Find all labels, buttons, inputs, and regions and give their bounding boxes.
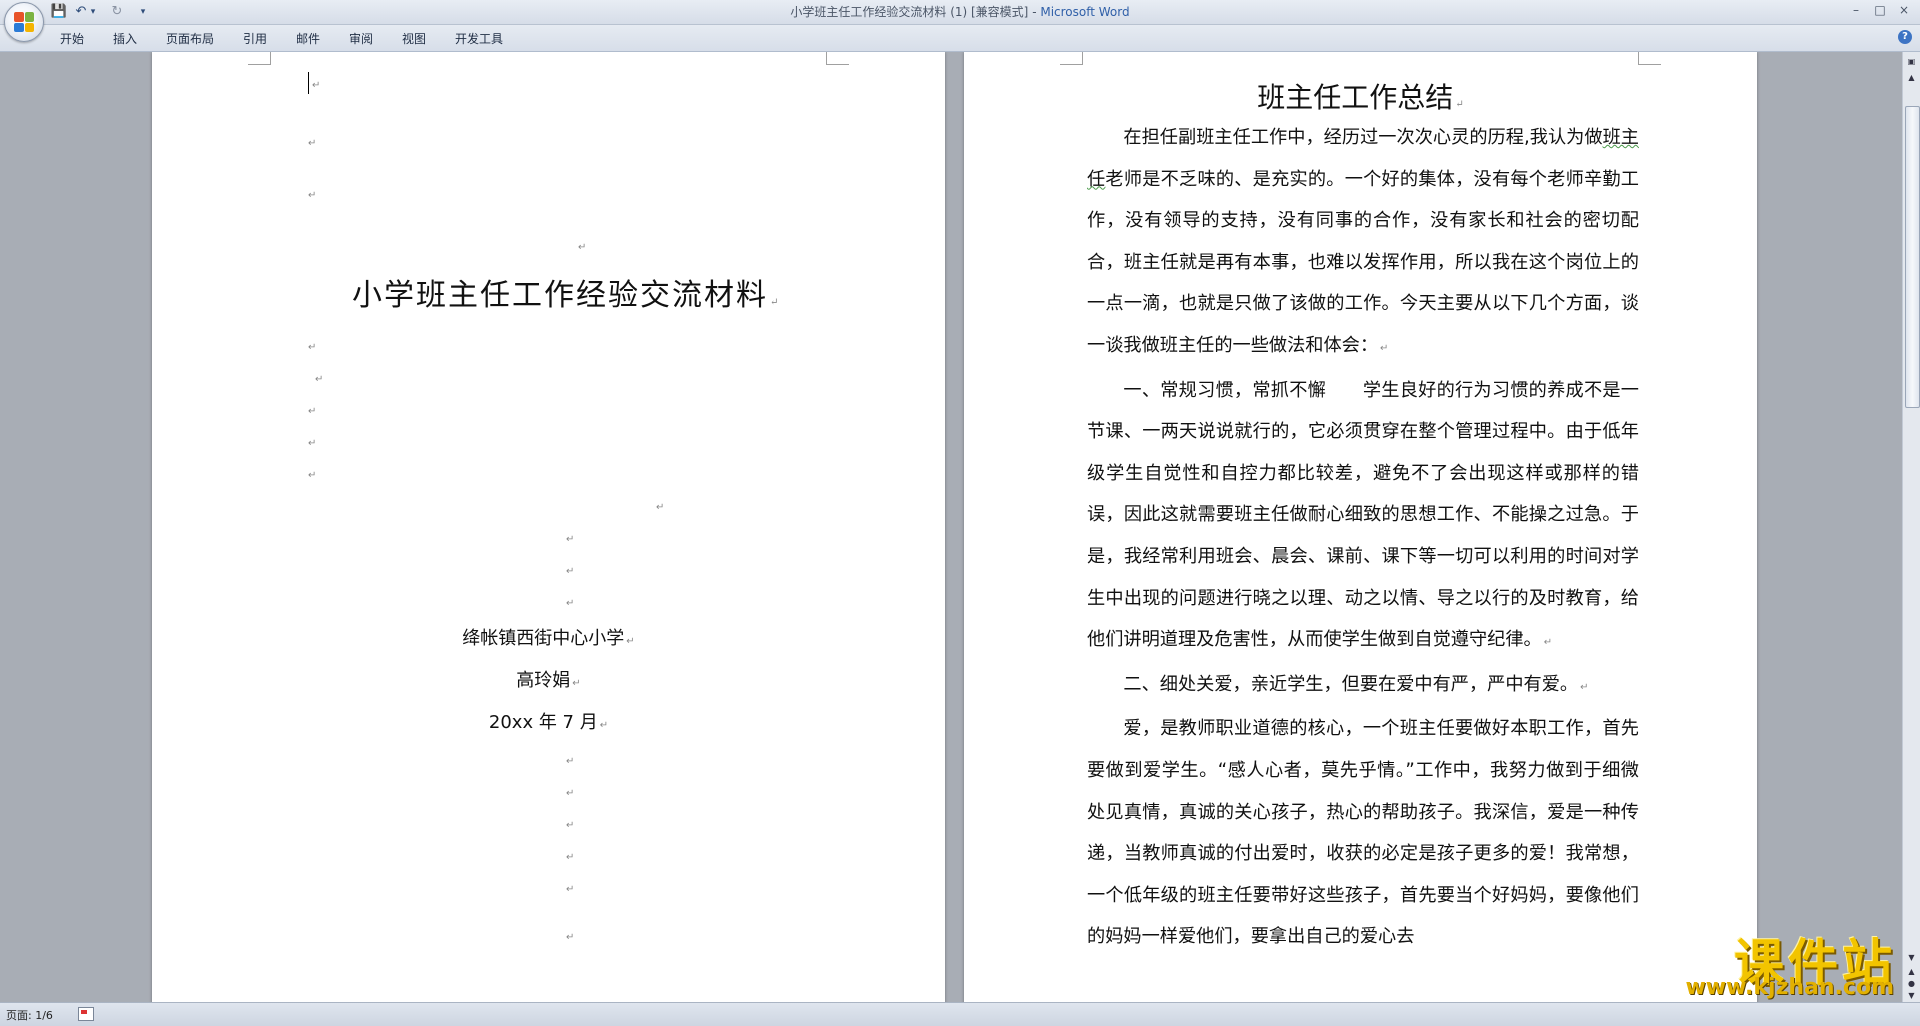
paragraph-mark: ↵ [578, 242, 587, 253]
margin-corner-top-left [1060, 52, 1083, 65]
app-name: Microsoft Word [1040, 5, 1130, 19]
cover-date: 20xx 年 7 月 ↵ [488, 712, 609, 733]
paragraph-mark: ↵ [308, 438, 317, 449]
paragraph-intro: 在担任副班主任工作中，经历过一次次心灵的历程,我认为做班主任老师是不乏味的、是充… [1087, 127, 1639, 356]
cover-school: 绛帐镇西街中心小学 ↵ [462, 628, 635, 649]
tab-insert[interactable]: 插入 [113, 30, 137, 47]
cover-author: 高玲娟 ↵ [516, 670, 581, 691]
paragraph-section-2-body: 爱，是教师职业道德的核心，一个班主任要做好本职工作，首先要做到爱学生。“感人心者… [1087, 718, 1639, 948]
redo-icon[interactable]: ↻ [108, 3, 126, 21]
help-icon[interactable]: ? [1898, 30, 1912, 44]
status-bar: 页面: 1/6 [0, 1002, 1920, 1026]
paragraph-mark: ↵ [656, 502, 665, 513]
previous-page-icon[interactable]: ▲ [1905, 966, 1918, 978]
scroll-down-icon[interactable]: ▼ [1905, 952, 1918, 964]
document-title: 班主任工作总结 ↵ [1257, 81, 1464, 114]
cover-page[interactable]: ↵ ↵ ↵ ↵ 小学班主任工作经验交流材料 ↵ ↵ ↵ ↵ ↵ ↵ ↵ ↵ ↵ ↵… [152, 52, 945, 1002]
margin-corner-top-right [826, 52, 849, 65]
page-indicator[interactable]: 页面: 1/6 [6, 1007, 53, 1023]
paragraph-mark: ↵ [566, 534, 575, 545]
tab-developer[interactable]: 开发工具 [455, 30, 503, 47]
office-button[interactable] [4, 2, 44, 42]
paragraph-mark: ↵ [312, 80, 321, 91]
paragraph-mark: ↵ [315, 374, 324, 385]
tab-home[interactable]: 开始 [60, 30, 84, 47]
close-button[interactable]: × [1894, 2, 1914, 18]
proofing-status-icon[interactable] [78, 1007, 94, 1021]
office-logo-icon [14, 12, 34, 32]
browse-object-icon[interactable]: ● [1905, 978, 1918, 990]
document-body: 在担任副班主任工作中，经历过一次次心灵的历程,我认为做班主任老师是不乏味的、是充… [1087, 117, 1639, 958]
watermark-url: www.kjzhan.com [1685, 975, 1894, 1000]
paragraph-mark: ↵ [308, 470, 317, 481]
paragraph-mark: ↵ [566, 788, 575, 799]
content-page[interactable]: 班主任工作总结 ↵ 在担任副班主任工作中，经历过一次次心灵的历程,我认为做班主任老… [964, 52, 1757, 1002]
paragraph-section-2-heading: 二、细处关爱，亲近学生，但要在爱中有严，严中有爱。 ↵ [1123, 673, 1589, 695]
margin-corner-top-left [248, 52, 271, 65]
undo-dropdown-icon[interactable]: ▾ [84, 3, 102, 21]
title-bar: 小学班主任工作经验交流材料 (1) [兼容模式] - Microsoft Wor… [0, 0, 1920, 25]
tab-view[interactable]: 视图 [402, 30, 426, 47]
cover-title: 小学班主任工作经验交流材料 ↵ [352, 278, 781, 313]
paragraph-mark: ↵ [566, 820, 575, 831]
ruler-toggle-icon[interactable]: ▣ [1905, 56, 1918, 68]
paragraph-mark: ↵ [308, 190, 317, 201]
maximize-button[interactable]: □ [1870, 2, 1890, 18]
tab-review[interactable]: 审阅 [349, 30, 373, 47]
scroll-up-icon[interactable]: ▲ [1905, 72, 1918, 84]
document-workspace: ↵ ↵ ↵ ↵ 小学班主任工作经验交流材料 ↵ ↵ ↵ ↵ ↵ ↵ ↵ ↵ ↵ ↵… [0, 52, 1898, 1002]
paragraph-section-1: 一、常规习惯，常抓不懈 学生良好的行为习惯的养成不是一节课、一两天说说就行的，它… [1087, 379, 1639, 651]
tab-references[interactable]: 引用 [243, 30, 267, 47]
paragraph-mark: ↵ [308, 406, 317, 417]
paragraph-mark: ↵ [566, 598, 575, 609]
paragraph-mark: ↵ [566, 932, 575, 943]
document-name: 小学班主任工作经验交流材料 (1) [兼容模式] [790, 5, 1029, 19]
paragraph-mark: ↵ [308, 342, 317, 353]
paragraph-mark: ↵ [566, 566, 575, 577]
next-page-icon[interactable]: ▼ [1905, 990, 1918, 1002]
customize-toolbar-icon[interactable]: ▾ [134, 3, 152, 21]
window-title: 小学班主任工作经验交流材料 (1) [兼容模式] - Microsoft Wor… [790, 5, 1130, 19]
tab-page-layout[interactable]: 页面布局 [166, 30, 214, 47]
minimize-button[interactable]: – [1846, 2, 1866, 18]
vertical-scrollbar[interactable]: ▣ ▲ ▼ ▲ ● ▼ [1902, 52, 1920, 1002]
text-cursor [308, 72, 309, 94]
paragraph-mark: ↵ [566, 884, 575, 895]
save-icon[interactable]: 💾 [50, 3, 68, 21]
margin-corner-top-right [1638, 52, 1661, 65]
tab-mailings[interactable]: 邮件 [296, 30, 320, 47]
paragraph-mark: ↵ [566, 852, 575, 863]
ribbon-tabs: 开始 插入 页面布局 引用 邮件 审阅 视图 开发工具 ? [0, 25, 1920, 52]
paragraph-mark: ↵ [308, 138, 317, 149]
scrollbar-thumb[interactable] [1905, 106, 1920, 408]
paragraph-mark: ↵ [566, 756, 575, 767]
